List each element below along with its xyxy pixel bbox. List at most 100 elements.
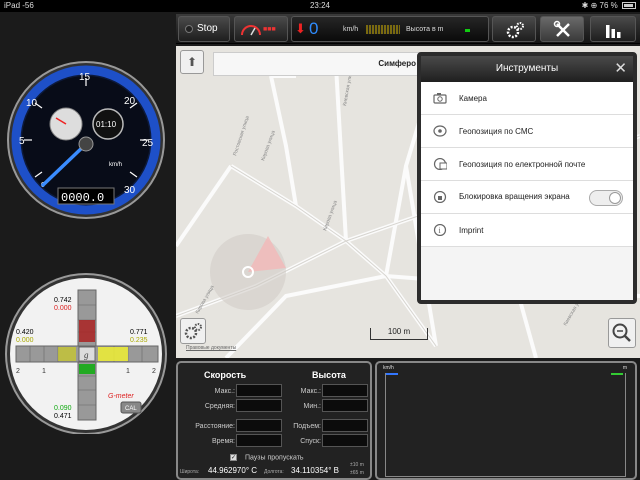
g-center-label: g	[84, 350, 89, 360]
tools-button[interactable]	[540, 16, 584, 42]
lon-label: Долгота:	[264, 469, 284, 475]
status-right: ✱ ⊕ 76 %	[582, 0, 636, 12]
g-down-bar	[79, 364, 95, 374]
time-label: Время:	[211, 438, 235, 445]
lat-label: Широта:	[180, 469, 200, 475]
record-dot-icon	[185, 25, 193, 33]
top-toolbar: Stop ■■■ ⬇ 0 km/h Высота в m	[176, 14, 640, 44]
gears-icon	[506, 22, 524, 39]
current-speed: 0	[309, 19, 319, 38]
tool-imprint[interactable]: i Imprint	[421, 214, 633, 247]
alt-min-label: Мин.:	[303, 403, 322, 410]
tool-sms-location[interactable]: Геопозиция по СМС	[421, 115, 633, 148]
g-top-red: 0.000	[54, 305, 72, 312]
statistics-button[interactable]	[590, 16, 636, 42]
tool-label: Imprint	[459, 225, 484, 235]
g-left-black: 0.420	[16, 329, 34, 336]
sms-location-icon	[433, 125, 447, 137]
odometer: 0000.0	[61, 191, 104, 205]
status-bar: iPad -56 23:24 ✱ ⊕ 76 %	[0, 0, 640, 12]
tool-camera[interactable]: Камера	[421, 82, 633, 115]
zoom-out-button[interactable]	[608, 318, 636, 348]
distance-label: Расстояние:	[195, 423, 235, 430]
map-settings-button[interactable]	[180, 318, 206, 344]
toggle-knob	[609, 192, 621, 204]
street-label: Кирова улица	[260, 130, 277, 162]
g-meter-gauge: g 0.742 0.000 0.420 0.000 0.771 0.235 0.…	[5, 273, 167, 434]
skip-pauses-label: Паузы пропускать	[244, 454, 304, 462]
lock-icon: ⊕	[590, 1, 598, 10]
tool-label: Блокировка вращения экрана	[459, 192, 570, 201]
skip-pauses-row[interactable]: ✓ Паузы пропускать	[230, 454, 304, 461]
tool-label: Геопозиция по СМС	[459, 126, 534, 136]
accuracy-vertical: ±65 m	[350, 470, 364, 476]
g-scale-number: 1	[42, 368, 46, 375]
graph-plot-area	[385, 373, 626, 477]
popover-header: Инструменты ✕	[421, 56, 633, 82]
descent-label: Спуск:	[300, 438, 321, 445]
map-search-field[interactable]: Симферо	[213, 52, 423, 76]
track-up-button[interactable]: ⬆	[180, 50, 204, 74]
speed-altitude-graph[interactable]: km/h m	[375, 361, 637, 480]
graph-right-unit: m	[622, 365, 627, 371]
speed-avg-label: Средняя:	[204, 403, 235, 410]
ascent-field: Подъем:	[293, 419, 368, 432]
gauge-tick-label: 10	[26, 98, 38, 109]
g-scale-number: 1	[126, 368, 130, 375]
descent-field: Спуск:	[300, 434, 368, 447]
g-right-yellow: 0.235	[130, 337, 148, 344]
time-field: Время:	[212, 434, 282, 447]
gauge-tick-label: 20	[124, 96, 136, 107]
live-info-panel: ⬇ 0 km/h Высота в m	[291, 16, 489, 42]
settings-button[interactable]	[492, 16, 536, 42]
alt-max-label: Макс.:	[300, 388, 321, 395]
distance-field: Расстояние:	[195, 419, 282, 432]
street-label: Кирова улица	[195, 284, 216, 315]
g-meter-title: G-meter	[108, 393, 134, 400]
speedometer-button[interactable]: ■■■	[234, 16, 288, 42]
tool-label: Геопозиция по електронной почте	[459, 159, 586, 169]
down-arrow-icon: ⬇	[295, 21, 306, 36]
record-indicator: ■■■	[263, 26, 276, 33]
rotation-lock-icon	[433, 191, 447, 203]
info-icon: i	[433, 224, 447, 236]
alt-min-field: Мин.:	[304, 399, 368, 412]
gears-icon	[184, 323, 202, 340]
legal-link[interactable]: Правовые документы	[186, 345, 236, 351]
street-label: Ростовская улица	[232, 115, 251, 156]
popover-title: Инструменты	[495, 63, 559, 74]
tool-label: Камера	[459, 93, 487, 103]
g-bottom-black: 0.471	[54, 413, 72, 420]
rotation-lock-toggle[interactable]	[589, 190, 623, 206]
g-left-yellow: 0.000	[16, 337, 34, 344]
clock-value: 01:10	[96, 120, 117, 129]
tool-email-location[interactable]: Геопозиция по електронной почте	[421, 148, 633, 181]
speed-avg-field: Средняя:	[205, 399, 282, 412]
tools-list: Камера Геопозиция по СМС Геопозиция по е…	[421, 82, 633, 247]
ascent-label: Подъем:	[293, 423, 321, 430]
gauge-unit: km/h	[109, 162, 122, 168]
alt-max-field: Макс.:	[301, 384, 368, 397]
speed-header: Скорость	[204, 370, 247, 380]
stop-button[interactable]: Stop	[178, 16, 230, 42]
tools-popover: Инструменты ✕ Камера Геопозиция по СМС Г…	[417, 52, 637, 304]
speed-max-field: Макс.:	[215, 384, 282, 397]
g-scale-number: 2	[16, 368, 20, 375]
altitude-label: Высота в m	[406, 26, 444, 33]
email-location-icon	[433, 158, 447, 170]
statistics-panel: Скорость Высота Макс.: Средняя: Расстоян…	[176, 361, 372, 480]
skip-pauses-checkbox[interactable]: ✓	[230, 454, 237, 461]
g-left-bar	[58, 347, 76, 361]
calibrate-label: CAL	[125, 406, 137, 412]
altitude-header: Высота	[312, 370, 346, 380]
svg-text:i: i	[439, 226, 442, 235]
close-icon[interactable]: ✕	[614, 56, 627, 82]
accuracy-horizontal: ±10 m	[350, 462, 364, 468]
camera-icon	[433, 93, 447, 104]
g-scale-number: 2	[152, 368, 156, 375]
speed-unit: km/h	[343, 26, 359, 33]
battery-level: 76 %	[599, 1, 618, 10]
speed-max-label: Макс.:	[214, 388, 235, 395]
gauge-tick-label: 15	[79, 72, 91, 83]
g-right-bar	[98, 347, 128, 361]
